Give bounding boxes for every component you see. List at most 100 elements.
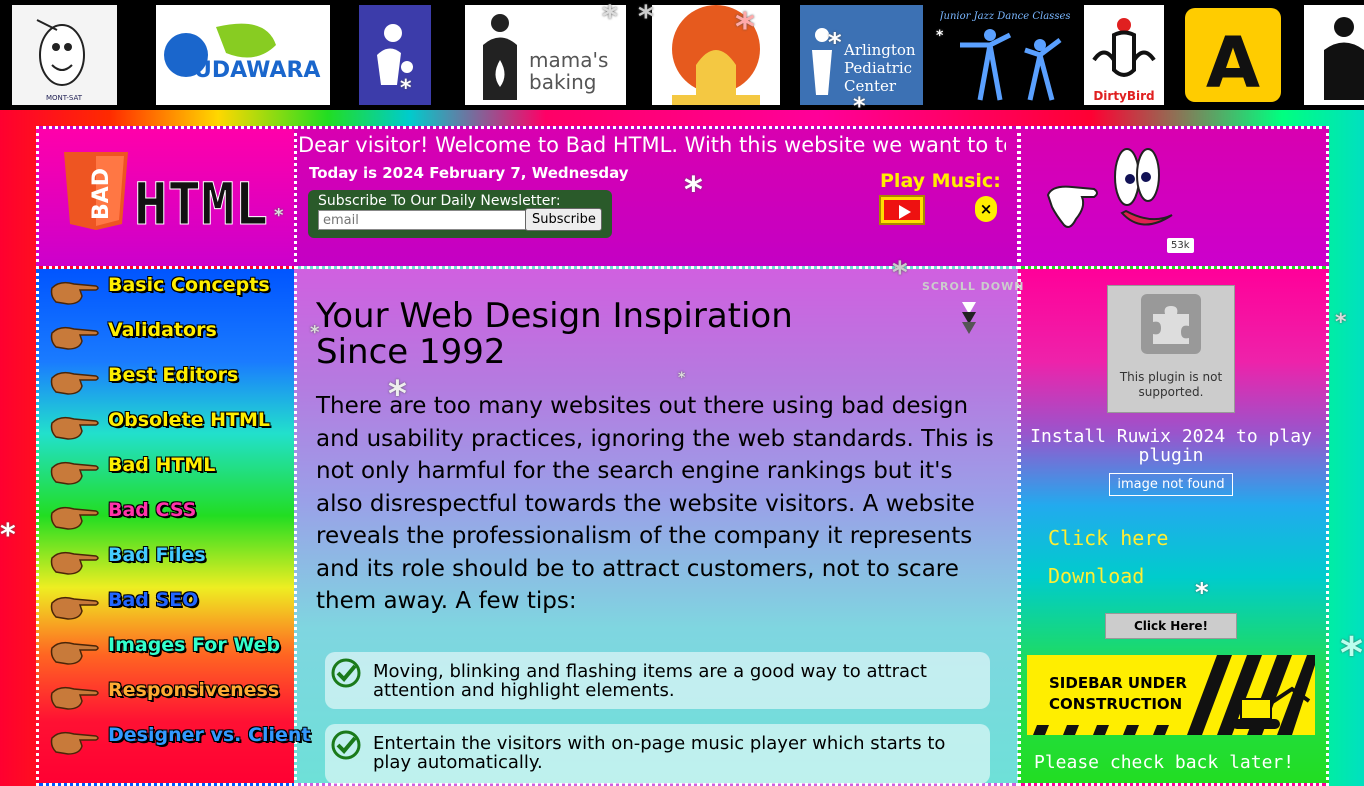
snowflake-icon: * xyxy=(1335,310,1347,335)
scroll-down-hint: SCROLL DOWN xyxy=(922,280,1025,293)
intro-paragraph: There are too many websites out there us… xyxy=(316,393,994,614)
logo-mont-sat[interactable]: MONT-SAT xyxy=(12,5,117,105)
svg-text:A: A xyxy=(1206,22,1260,104)
play-music-button[interactable] xyxy=(879,195,925,225)
nav-item-responsiveness[interactable]: Responsiveness xyxy=(50,679,290,713)
construction-line1: SIDEBAR UNDER xyxy=(1049,674,1187,692)
pointing-hand-icon xyxy=(50,506,99,530)
tip-text: Entertain the visitors with on-page musi… xyxy=(373,733,946,773)
tip-item: Entertain the visitors with on-page musi… xyxy=(325,724,990,784)
nav-label: Bad CSS xyxy=(108,499,197,521)
newsletter-label: Subscribe To Our Daily Newsletter: xyxy=(318,193,561,209)
pointing-hand-icon xyxy=(50,461,99,485)
today-date: Today is 2024 February 7, Wednesday xyxy=(309,164,629,182)
construction-text: SIDEBAR UNDER CONSTRUCTION xyxy=(1047,673,1189,715)
email-input[interactable] xyxy=(318,210,526,230)
nav-label: Bad HTML xyxy=(108,454,216,476)
click-here-link[interactable]: Click here xyxy=(1048,526,1168,550)
snowflake-icon: * xyxy=(853,92,866,120)
svg-text:HTML: HTML xyxy=(134,170,268,232)
nav-item-bad-files[interactable]: Bad Files xyxy=(50,544,290,578)
subscribe-button[interactable]: Subscribe xyxy=(525,208,602,231)
pointing-hand-icon xyxy=(50,686,99,710)
nav-item-designer-vs-client[interactable]: Designer vs. Client xyxy=(50,724,310,758)
svg-text:Arlington: Arlington xyxy=(843,41,916,59)
unsupported-plugin[interactable]: This plugin is not supported. xyxy=(1107,285,1235,413)
nav-item-basic-concepts[interactable]: Basic Concepts xyxy=(50,274,290,308)
welcome-text: Dear visitor! Welcome to Bad HTML. With … xyxy=(298,133,1006,157)
nav-label: Responsiveness xyxy=(108,679,280,701)
nav-item-obsolete-html[interactable]: Obsolete HTML xyxy=(50,409,290,443)
logo-arlington-pediatric[interactable]: Arlington Pediatric Center xyxy=(800,5,923,105)
scroll-down-arrow-icon[interactable] xyxy=(960,300,978,336)
page-title-line1: Your Web Design Inspiration xyxy=(316,296,793,336)
svg-text:MONT-SAT: MONT-SAT xyxy=(46,94,83,102)
svg-text:baking: baking xyxy=(529,70,596,94)
logo-a-sign[interactable]: A xyxy=(1182,5,1284,105)
tip-item: Moving, blinking and flashing items are … xyxy=(325,652,990,709)
nav-item-images-for-web[interactable]: Images For Web xyxy=(50,634,290,668)
nav-label: Images For Web xyxy=(108,634,281,656)
snowflake-icon: * xyxy=(0,518,16,553)
nav-label: Validators xyxy=(108,319,217,341)
site-logo[interactable]: BAD HTML xyxy=(62,150,272,239)
download-link[interactable]: Download xyxy=(1048,564,1144,588)
pointing-hand-icon xyxy=(50,641,99,665)
snowflake-icon: * xyxy=(828,28,842,58)
logo-dirtybird[interactable]: DirtyBird xyxy=(1084,5,1164,105)
nav-item-best-editors[interactable]: Best Editors xyxy=(50,364,290,398)
welcome-marquee: Dear visitor! Welcome to Bad HTML. With … xyxy=(262,133,1006,163)
nav-item-validators[interactable]: Validators xyxy=(50,319,290,353)
broken-image: image not found xyxy=(1109,473,1233,496)
under-construction-banner: SIDEBAR UNDER CONSTRUCTION xyxy=(1027,655,1315,735)
logo-kudawara[interactable]: UDAWARA xyxy=(156,5,330,105)
close-music-button[interactable]: × xyxy=(975,196,997,222)
pointing-hand-icon xyxy=(50,416,99,440)
svg-text:Junior Jazz Dance Classes: Junior Jazz Dance Classes xyxy=(940,11,1070,22)
pointing-hand-icon xyxy=(50,281,99,305)
nav-label: Obsolete HTML xyxy=(108,409,270,431)
nav-item-bad-css[interactable]: Bad CSS xyxy=(50,499,290,533)
check-back-text: Please check back later! xyxy=(1034,752,1295,773)
pointing-hand-icon xyxy=(50,371,99,395)
snowflake-icon: * xyxy=(638,0,654,35)
snowflake-icon: * xyxy=(388,374,407,415)
nav-item-bad-seo[interactable]: Bad SEO xyxy=(50,589,290,623)
pointing-hand-icon xyxy=(50,596,99,620)
pointing-hand-icon xyxy=(50,326,99,350)
snowflake-icon: * xyxy=(678,370,686,386)
snowflake-icon: * xyxy=(892,256,908,291)
snowflake-icon: * xyxy=(684,170,703,211)
svg-text:Center: Center xyxy=(844,77,897,95)
page-title: Your Web Design Inspiration Since 1992 xyxy=(316,298,793,370)
play-icon xyxy=(884,200,920,220)
snowflake-icon: * xyxy=(310,322,320,343)
play-music-label: Play Music: xyxy=(880,170,1001,192)
logo-children-clinic[interactable] xyxy=(359,5,431,105)
svg-text:BAD: BAD xyxy=(89,168,114,220)
tip-text: Moving, blinking and flashing items are … xyxy=(373,661,927,701)
install-plugin-text: Install Ruwix 2024 to play plugin xyxy=(1030,426,1312,466)
plugin-unsupported-text: This plugin is not supported. xyxy=(1119,370,1223,399)
nav-label: Bad SEO xyxy=(108,589,199,611)
snowflake-icon: * xyxy=(1195,578,1209,608)
nav-item-bad-html[interactable]: Bad HTML xyxy=(50,454,290,488)
logo-person-icon[interactable] xyxy=(1304,5,1364,105)
logo-sunset-temple[interactable] xyxy=(652,5,780,105)
construction-line2: CONSTRUCTION xyxy=(1049,695,1183,713)
nav-label: Bad Files xyxy=(108,544,206,566)
nav-label: Basic Concepts xyxy=(108,274,270,296)
puzzle-piece-icon xyxy=(1141,294,1201,354)
page-title-line2: Since 1992 xyxy=(316,332,506,372)
click-here-button[interactable]: Click Here! xyxy=(1105,613,1237,639)
logo-junior-jazz[interactable]: Junior Jazz Dance Classes xyxy=(940,5,1070,105)
snowflake-icon: * xyxy=(274,205,284,226)
svg-text:DirtyBird: DirtyBird xyxy=(1093,89,1154,103)
pointing-hand-icon xyxy=(50,731,99,755)
svg-text:mama's: mama's xyxy=(529,48,608,72)
snowflake-icon: * xyxy=(735,5,755,49)
snowflake-icon: * xyxy=(1340,628,1364,679)
snowflake-icon: * xyxy=(602,0,618,35)
pointing-hand-icon xyxy=(50,551,99,575)
svg-text:UDAWARA: UDAWARA xyxy=(194,58,320,83)
